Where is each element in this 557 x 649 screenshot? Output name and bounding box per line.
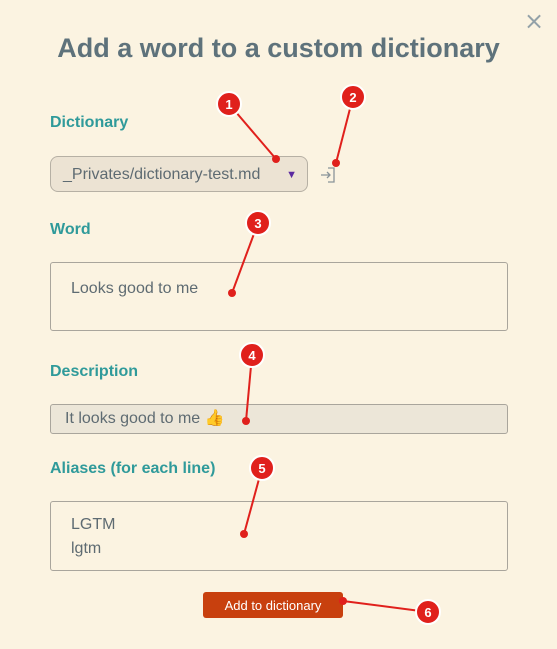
word-label: Word	[50, 221, 91, 238]
word-value: Looks good to me	[71, 280, 199, 297]
alias-line: lgtm	[71, 540, 102, 557]
description-label: Description	[50, 363, 139, 380]
aliases-textarea[interactable]: LGTM lgtm	[50, 501, 508, 571]
word-textarea[interactable]: Looks good to me	[50, 262, 508, 331]
add-to-dictionary-button[interactable]: Add to dictionary	[203, 592, 343, 618]
aliases-label: Aliases (for each line)	[50, 460, 216, 477]
description-value: It looks good to me 👍	[65, 410, 225, 427]
dialog-title: Add a word to a custom dictionary	[57, 33, 500, 63]
add-word-dialog: × Add a word to a custom dictionary Dict…	[0, 0, 557, 649]
description-input[interactable]: It looks good to me 👍	[50, 404, 508, 434]
open-file-icon[interactable]	[319, 166, 337, 184]
close-icon[interactable]: ×	[524, 9, 544, 33]
dictionary-select[interactable]: _Privates/dictionary-test.md ▼	[50, 156, 308, 192]
dictionary-label: Dictionary	[50, 114, 129, 131]
chevron-down-icon: ▼	[286, 169, 297, 181]
alias-line: LGTM	[71, 516, 116, 533]
dictionary-selected-value: _Privates/dictionary-test.md	[63, 166, 261, 183]
